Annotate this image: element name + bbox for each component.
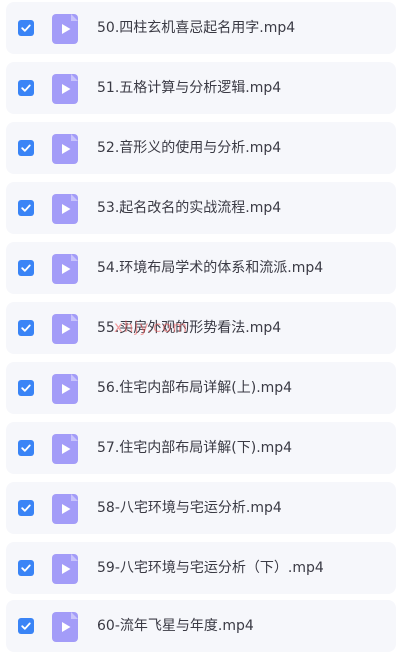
video-file-icon — [52, 434, 78, 464]
file-name[interactable]: 50.四柱玄机喜忌起名用字.mp4 — [97, 18, 295, 38]
check-icon — [21, 144, 31, 152]
file-list: 50.四柱玄机喜忌起名用字.mp4 51.五格计算与分析逻辑.mp4 52.音形… — [0, 0, 401, 654]
file-name[interactable]: 60-流年飞星与年度.mp4 — [97, 616, 254, 636]
check-icon — [21, 204, 31, 212]
video-file-icon — [52, 14, 78, 44]
file-row[interactable]: 50.四柱玄机喜忌起名用字.mp4 — [6, 2, 396, 54]
video-file-icon — [52, 254, 78, 284]
file-checkbox[interactable] — [18, 20, 34, 36]
file-name[interactable]: 59-八宅环境与宅运分析（下）.mp4 — [97, 558, 324, 578]
check-icon — [21, 622, 31, 630]
file-checkbox[interactable] — [18, 440, 34, 456]
file-row[interactable]: 58-八宅环境与宅运分析.mp4 — [6, 482, 396, 534]
video-file-icon — [52, 494, 78, 524]
file-name[interactable]: 55.买房外观的形势看法.mp4 — [97, 318, 281, 338]
video-file-icon — [52, 194, 78, 224]
file-checkbox[interactable] — [18, 618, 34, 634]
file-checkbox[interactable] — [18, 320, 34, 336]
check-icon — [21, 564, 31, 572]
file-name[interactable]: 53.起名改名的实战流程.mp4 — [97, 198, 281, 218]
file-checkbox[interactable] — [18, 560, 34, 576]
video-file-icon — [52, 374, 78, 404]
file-checkbox[interactable] — [18, 200, 34, 216]
file-checkbox[interactable] — [18, 80, 34, 96]
check-icon — [21, 444, 31, 452]
file-row[interactable]: 59-八宅环境与宅运分析（下）.mp4 — [6, 542, 396, 594]
check-icon — [21, 324, 31, 332]
file-name[interactable]: 51.五格计算与分析逻辑.mp4 — [97, 78, 281, 98]
file-name[interactable]: 58-八宅环境与宅运分析.mp4 — [97, 498, 282, 518]
file-checkbox[interactable] — [18, 500, 34, 516]
file-row[interactable]: 60-流年飞星与年度.mp4 — [6, 600, 396, 652]
file-checkbox[interactable] — [18, 140, 34, 156]
video-file-icon — [52, 134, 78, 164]
file-name[interactable]: 54.环境布局学术的体系和流派.mp4 — [97, 258, 323, 278]
file-row[interactable]: 51.五格计算与分析逻辑.mp4 — [6, 62, 396, 114]
file-row[interactable]: 56.住宅内部布局详解(上).mp4 — [6, 362, 396, 414]
file-name[interactable]: 57.住宅内部布局详解(下).mp4 — [97, 438, 292, 458]
check-icon — [21, 504, 31, 512]
video-file-icon — [52, 74, 78, 104]
check-icon — [21, 384, 31, 392]
video-file-icon — [52, 314, 78, 344]
video-file-icon — [52, 612, 78, 642]
check-icon — [21, 24, 31, 32]
file-checkbox[interactable] — [18, 260, 34, 276]
video-file-icon — [52, 554, 78, 584]
file-row[interactable]: 57.住宅内部布局详解(下).mp4 — [6, 422, 396, 474]
file-row[interactable]: 53.起名改名的实战流程.mp4 — [6, 182, 396, 234]
file-checkbox[interactable] — [18, 380, 34, 396]
file-row[interactable]: 55.买房外观的形势看法.mp4 — [6, 302, 396, 354]
file-name[interactable]: 52.音形义的使用与分析.mp4 — [97, 138, 281, 158]
file-name[interactable]: 56.住宅内部布局详解(上).mp4 — [97, 378, 292, 398]
check-icon — [21, 84, 31, 92]
check-icon — [21, 264, 31, 272]
file-row[interactable]: 52.音形义的使用与分析.mp4 — [6, 122, 396, 174]
file-row[interactable]: 54.环境布局学术的体系和流派.mp4 — [6, 242, 396, 294]
